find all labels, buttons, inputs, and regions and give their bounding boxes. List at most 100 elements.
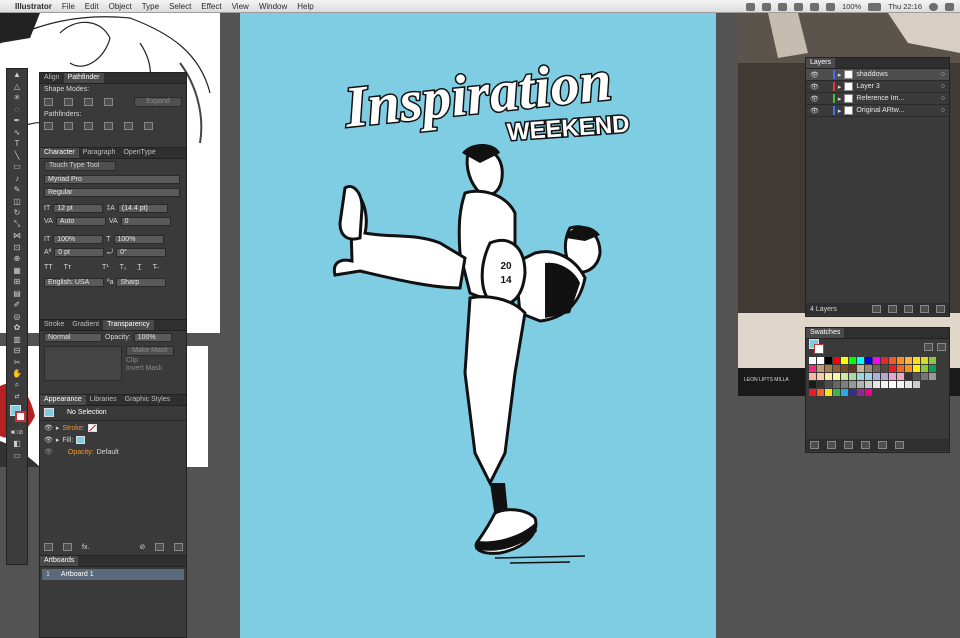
- color-swatch[interactable]: [841, 373, 848, 380]
- artboard[interactable]: Inspiration WEEKEND 20 14: [240, 13, 716, 638]
- scale-tool-icon[interactable]: ⤡: [7, 219, 27, 231]
- tab-graphic-styles[interactable]: Graphic Styles: [121, 395, 175, 405]
- eraser-tool-icon[interactable]: ◫: [7, 196, 27, 208]
- tab-layers[interactable]: Layers: [806, 58, 836, 68]
- tab-libraries[interactable]: Libraries: [86, 395, 121, 405]
- swap-colors-icon[interactable]: ⇄: [7, 391, 27, 403]
- color-swatch[interactable]: [857, 357, 864, 364]
- horizontal-scale-field[interactable]: 100%: [113, 235, 164, 244]
- color-swatch[interactable]: [833, 389, 840, 396]
- color-swatch[interactable]: [833, 357, 840, 364]
- width-tool-icon[interactable]: ⋈: [7, 230, 27, 242]
- slice-tool-icon[interactable]: ✂: [7, 357, 27, 369]
- color-swatch[interactable]: [873, 373, 880, 380]
- color-swatch[interactable]: [817, 365, 824, 372]
- font-size-field[interactable]: 12 pt: [53, 204, 104, 213]
- layer-name[interactable]: Original ARtw...: [856, 107, 904, 114]
- direct-selection-tool-icon[interactable]: △: [7, 81, 27, 93]
- trim-icon[interactable]: [64, 122, 73, 130]
- shape-builder-tool-icon[interactable]: ⊕: [7, 253, 27, 265]
- color-swatch[interactable]: [913, 365, 920, 372]
- search-icon[interactable]: [929, 2, 938, 11]
- mesh-tool-icon[interactable]: ⊞: [7, 276, 27, 288]
- layer-name[interactable]: Layer 3: [856, 83, 879, 90]
- color-swatch[interactable]: [905, 365, 912, 372]
- tab-transparency[interactable]: Transparency: [103, 320, 154, 330]
- color-swatch[interactable]: [833, 365, 840, 372]
- font-style-field[interactable]: Regular: [44, 188, 180, 197]
- color-swatch[interactable]: [889, 381, 896, 388]
- color-swatch[interactable]: [809, 373, 816, 380]
- clear-appearance-icon[interactable]: ⊘: [139, 543, 145, 551]
- color-swatch[interactable]: [817, 373, 824, 380]
- color-swatch[interactable]: [881, 365, 888, 372]
- grid-view-icon[interactable]: [937, 343, 946, 351]
- color-swatch[interactable]: [897, 365, 904, 372]
- vertical-scale-field[interactable]: 100%: [53, 235, 104, 244]
- fill-stroke-widget[interactable]: [7, 403, 27, 427]
- status-icon[interactable]: [762, 2, 772, 11]
- visibility-eye-icon[interactable]: 👁: [44, 436, 53, 444]
- stroke-none-swatch[interactable]: [87, 424, 97, 432]
- color-swatch[interactable]: [841, 365, 848, 372]
- color-swatch[interactable]: [857, 373, 864, 380]
- unite-icon[interactable]: [44, 98, 53, 106]
- color-swatch[interactable]: [905, 357, 912, 364]
- artboard-tool-icon[interactable]: ⊟: [7, 345, 27, 357]
- add-fill-icon[interactable]: [63, 543, 72, 551]
- color-swatch[interactable]: [921, 365, 928, 372]
- artboard-name[interactable]: Artboard 1: [61, 571, 94, 578]
- color-swatch[interactable]: [817, 381, 824, 388]
- minus-back-icon[interactable]: [144, 122, 153, 130]
- color-swatch[interactable]: [849, 373, 856, 380]
- touch-type-tool-button[interactable]: Touch Type Tool: [44, 161, 116, 171]
- menu-edit[interactable]: Edit: [80, 2, 104, 11]
- expand-triangle-icon[interactable]: ▸: [56, 424, 60, 432]
- color-swatch[interactable]: [897, 373, 904, 380]
- fill-label[interactable]: Fill:: [62, 437, 73, 444]
- tab-paragraph[interactable]: Paragraph: [79, 148, 120, 158]
- graph-tool-icon[interactable]: ▥: [7, 334, 27, 346]
- swatch-fill-stroke[interactable]: [809, 339, 825, 355]
- blend-mode-select[interactable]: Normal: [44, 333, 102, 342]
- color-swatch[interactable]: [929, 373, 936, 380]
- stroke-label[interactable]: Stroke:: [62, 425, 84, 432]
- illustration[interactable]: Inspiration WEEKEND 20 14: [240, 13, 716, 638]
- tab-pathfinder[interactable]: Pathfinder: [63, 73, 104, 83]
- new-sublayer-icon[interactable]: [904, 305, 913, 313]
- document-canvas[interactable]: LEON LIPTS MILLA Inspiration WEEKEND 20 …: [0, 13, 960, 638]
- tab-align[interactable]: Align: [40, 73, 64, 83]
- color-swatch[interactable]: [913, 373, 920, 380]
- swatch-options-icon[interactable]: [844, 441, 853, 449]
- color-swatch[interactable]: [841, 357, 848, 364]
- magic-wand-tool-icon[interactable]: ✳: [7, 92, 27, 104]
- menu-effect[interactable]: Effect: [196, 2, 226, 11]
- gradient-tool-icon[interactable]: ▤: [7, 288, 27, 300]
- status-icon[interactable]: [746, 2, 756, 11]
- layer-row[interactable]: 👁 ▸ Reference Im... ○: [806, 93, 949, 105]
- wifi-icon[interactable]: [810, 2, 820, 11]
- all-caps-icon[interactable]: TT: [44, 264, 53, 271]
- color-swatch[interactable]: [809, 381, 816, 388]
- color-swatch[interactable]: [849, 389, 856, 396]
- opacity-label[interactable]: Opacity:: [68, 449, 94, 456]
- language-select[interactable]: English: USA: [44, 278, 104, 287]
- underline-icon[interactable]: T̲: [137, 264, 141, 271]
- color-swatch[interactable]: [921, 373, 928, 380]
- clipping-mask-icon[interactable]: [888, 305, 897, 313]
- menu-view[interactable]: View: [227, 2, 254, 11]
- hand-tool-icon[interactable]: ✋: [7, 368, 27, 380]
- color-swatch[interactable]: [817, 389, 824, 396]
- leading-field[interactable]: (14.4 pt): [117, 204, 168, 213]
- superscript-icon[interactable]: T¹: [102, 264, 109, 271]
- tab-stroke[interactable]: Stroke: [40, 320, 68, 330]
- color-swatch[interactable]: [833, 381, 840, 388]
- color-swatch[interactable]: [809, 389, 816, 396]
- rectangle-tool-icon[interactable]: ▭: [7, 161, 27, 173]
- visibility-eye-icon[interactable]: 👁: [810, 107, 819, 115]
- opacity-field[interactable]: 100%: [133, 333, 172, 342]
- color-swatch[interactable]: [913, 357, 920, 364]
- color-swatch[interactable]: [905, 381, 912, 388]
- locate-object-icon[interactable]: [872, 305, 881, 313]
- status-icon[interactable]: [794, 2, 804, 11]
